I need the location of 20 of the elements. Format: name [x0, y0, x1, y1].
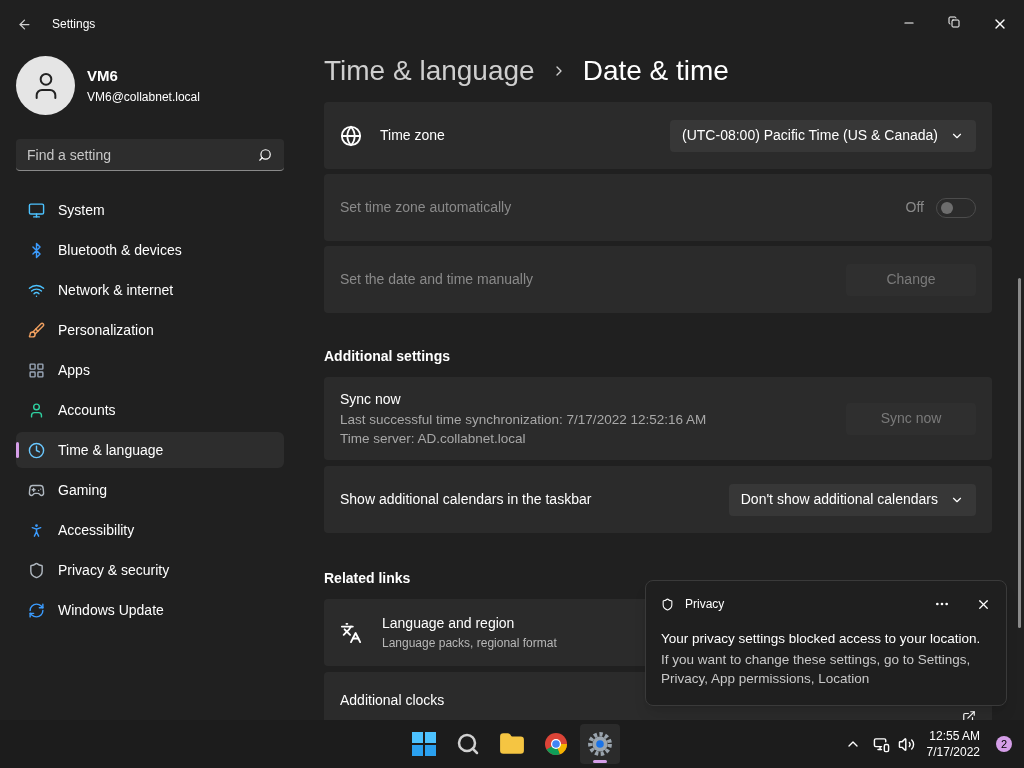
- user-name: VM6: [87, 66, 119, 87]
- setting-label: Sync now: [340, 390, 402, 409]
- link-description: Language packs, regional format: [382, 635, 557, 652]
- toggle-state: Off: [905, 198, 924, 217]
- toast-title: Your privacy settings blocked access to your location.: [661, 630, 982, 648]
- setting-description: Time server: AD.collabnet.local: [340, 430, 527, 448]
- setting-label: Show additional calendars in the taskbar: [340, 490, 592, 509]
- setting-label: Set time zone automatically: [340, 198, 512, 217]
- setting-label: Set the date and time manually: [340, 270, 533, 289]
- section-heading: Related links: [324, 569, 412, 588]
- setting-label: Time zone: [380, 126, 445, 145]
- user-email: VM6@collabnet.local: [87, 88, 200, 106]
- page-title: Date & time: [582, 54, 729, 88]
- link-title: Language and region: [382, 614, 516, 633]
- window-title: Settings: [52, 16, 96, 33]
- link-title: Additional clocks: [340, 691, 445, 710]
- section-heading: Additional settings: [324, 347, 451, 366]
- toast-app-name: Privacy: [685, 596, 725, 613]
- setting-description: Last successful time synchronization: 7/17/2022 12:52:16 AM: [340, 411, 707, 429]
- toast-body: If you want to change these settings, go to Settings, Privacy, App permissions, Location: [661, 651, 972, 689]
